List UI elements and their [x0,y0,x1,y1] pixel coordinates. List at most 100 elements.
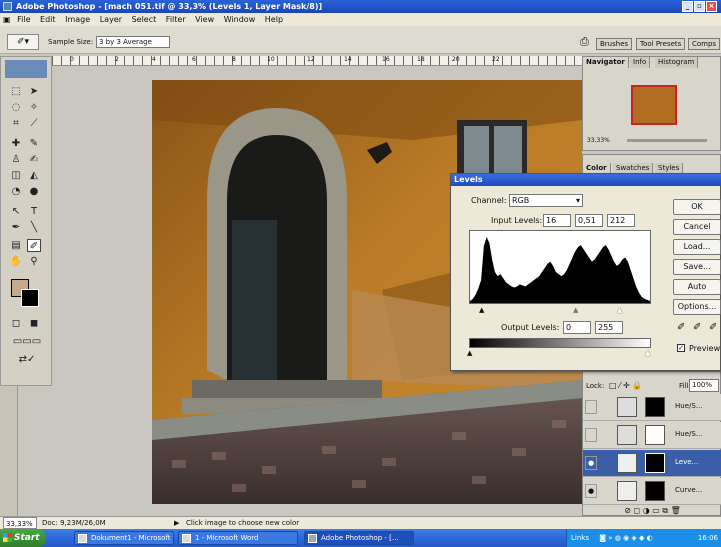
status-doc-size[interactable]: Doc: 9,23M/26,0M [42,517,106,529]
stamp-tool-icon[interactable]: ♙ [9,153,23,166]
options-button[interactable]: Options... [673,299,721,315]
slice-tool-icon[interactable]: ⟋ [27,117,41,130]
layer-mask-thumbnail[interactable] [645,453,665,473]
load-button[interactable]: Load... [673,239,721,255]
crop-tool-icon[interactable]: ⌗ [9,117,23,130]
eyedropper-tool-icon[interactable]: ✐ [27,239,41,252]
menu-help[interactable]: Help [265,15,283,24]
menu-image[interactable]: Image [65,15,90,24]
blur-tool-icon[interactable]: ◔ [9,185,23,198]
taskbar-item-photoshop[interactable]: Adobe Photoshop - [... [304,531,414,545]
menu-view[interactable]: View [195,15,214,24]
status-zoom[interactable]: 33,33% [3,517,37,529]
adobe-online-logo[interactable] [5,60,47,78]
brush-tool-icon[interactable]: ✎ [27,137,41,150]
brushes-tab[interactable]: Brushes [596,38,633,50]
navigator-thumbnail[interactable] [631,85,677,125]
output-black-field[interactable]: 0 [563,321,591,334]
tool-presets-tab[interactable]: Tool Presets [636,38,686,50]
tray-icons[interactable]: ◙ » ◍ ◉ ◈ ◆ ◐ [599,534,653,542]
imageready-jump-icon[interactable]: ⇄✓ [9,353,45,366]
menu-layer[interactable]: Layer [100,15,122,24]
type-tool-icon[interactable]: T [27,205,41,218]
channel-select[interactable]: RGB ▾ [509,194,583,207]
taskbar-item-word-2[interactable]: 1 - Microsoft Word [178,531,298,545]
links-toolbar[interactable]: Links [571,534,589,542]
white-point-handle[interactable]: ▲ [617,306,622,314]
hand-tool-icon[interactable]: ✋ [9,255,23,268]
eyedropper-white-icon[interactable]: ✐ [709,322,717,333]
layer-row-selected[interactable]: ● Leve... [583,450,721,477]
play-icon[interactable]: ▶ [174,517,179,529]
quick-mask-icon[interactable]: ◼ [27,317,41,330]
healing-brush-icon[interactable]: ✚ [9,137,23,150]
output-white-field[interactable]: 255 [595,321,623,334]
navigator-zoom-value[interactable]: 33,33% [587,137,610,144]
preview-checkbox[interactable]: ✓ [677,344,685,352]
eyedropper-black-icon[interactable]: ✐ [677,322,685,333]
tab-navigator[interactable]: Navigator [583,57,629,68]
gradient-tool-icon[interactable]: ◭ [27,169,41,182]
standard-mode-icon[interactable]: ◻ [9,317,23,330]
tab-info[interactable]: Info [630,57,651,68]
menu-file[interactable]: File [17,15,30,24]
path-selection-icon[interactable]: ↖ [9,205,23,218]
dodge-tool-icon[interactable]: ● [27,185,41,198]
eraser-tool-icon[interactable]: ◫ [9,169,23,182]
input-gamma-field[interactable]: 0,51 [575,214,603,227]
lock-icons[interactable]: □ ⁄ ✛ 🔒 [609,381,642,390]
eye-icon[interactable]: ● [585,456,597,470]
black-point-handle[interactable]: ▲ [479,306,484,314]
gamma-handle[interactable]: ▲ [573,306,578,314]
visibility-toggle[interactable] [585,400,597,414]
navigator-zoom-slider[interactable] [627,139,707,142]
pen-tool-icon[interactable]: ✒ [9,221,23,234]
fill-input[interactable]: 100% [689,379,719,392]
ok-button[interactable]: OK [673,199,721,215]
menu-edit[interactable]: Edit [40,15,56,24]
save-button[interactable]: Save... [673,259,721,275]
toolbox: ⬚ ➤ ◌ ✧ ⌗ ⟋ ✚ ✎ ♙ ✍ ◫ ◭ ◔ ● ↖ T ✒ ╲ ▤ ✐ … [0,56,52,386]
layer-mask-thumbnail[interactable] [645,397,665,417]
layer-row[interactable]: Hue/S... [583,422,721,449]
screen-mode-icons[interactable]: ▭▭▭ [7,335,47,348]
layer-row[interactable]: ● Curve... [583,478,721,505]
input-white-field[interactable]: 212 [607,214,635,227]
marquee-tool-icon[interactable]: ⬚ [9,85,23,98]
magic-wand-icon[interactable]: ✧ [27,101,41,114]
background-color-swatch[interactable] [21,289,39,307]
layers-footer-icons[interactable]: ⊘ ◻ ◑ ▭ ⧉ 🗑 [583,505,721,516]
notes-tool-icon[interactable]: ▤ [9,239,23,252]
output-black-handle[interactable]: ▲ [467,349,472,357]
minimize-button[interactable]: _ [682,1,693,12]
taskbar-item-word-1[interactable]: Dokument1 - Microsoft ... [74,531,174,545]
shape-tool-icon[interactable]: ╲ [27,221,41,234]
eyedropper-preset-picker[interactable]: ✐▾ [7,34,39,50]
comps-tab[interactable]: Comps [688,38,721,50]
eyedropper-gray-icon[interactable]: ✐ [693,322,701,333]
tab-histogram[interactable]: Histogram [655,57,699,68]
input-slider[interactable]: ▲ ▲ ▲ [469,306,651,314]
layer-mask-thumbnail[interactable] [645,481,665,501]
close-button[interactable]: × [706,1,717,12]
sample-size-select[interactable]: 3 by 3 Average [96,36,170,48]
input-black-field[interactable]: 16 [543,214,571,227]
history-brush-icon[interactable]: ✍ [27,153,41,166]
visibility-toggle[interactable] [585,428,597,442]
maximize-button[interactable]: ▫ [694,1,705,12]
lasso-tool-icon[interactable]: ◌ [9,101,23,114]
move-tool-icon[interactable]: ➤ [27,85,41,98]
eye-icon[interactable]: ● [585,484,597,498]
menu-window[interactable]: Window [224,15,256,24]
layer-row[interactable]: Hue/S... [583,394,721,421]
auto-button[interactable]: Auto [673,279,721,295]
menu-select[interactable]: Select [132,15,157,24]
cancel-button[interactable]: Cancel [673,219,721,235]
output-slider[interactable]: ▲ ▲ [467,349,651,357]
menu-filter[interactable]: Filter [166,15,186,24]
layer-mask-thumbnail[interactable] [645,425,665,445]
zoom-tool-icon[interactable]: ⚲ [27,255,41,268]
start-button[interactable]: Start [0,529,46,547]
file-browser-icon[interactable]: ⎙ [580,35,589,49]
output-white-handle[interactable]: ▲ [645,349,650,357]
